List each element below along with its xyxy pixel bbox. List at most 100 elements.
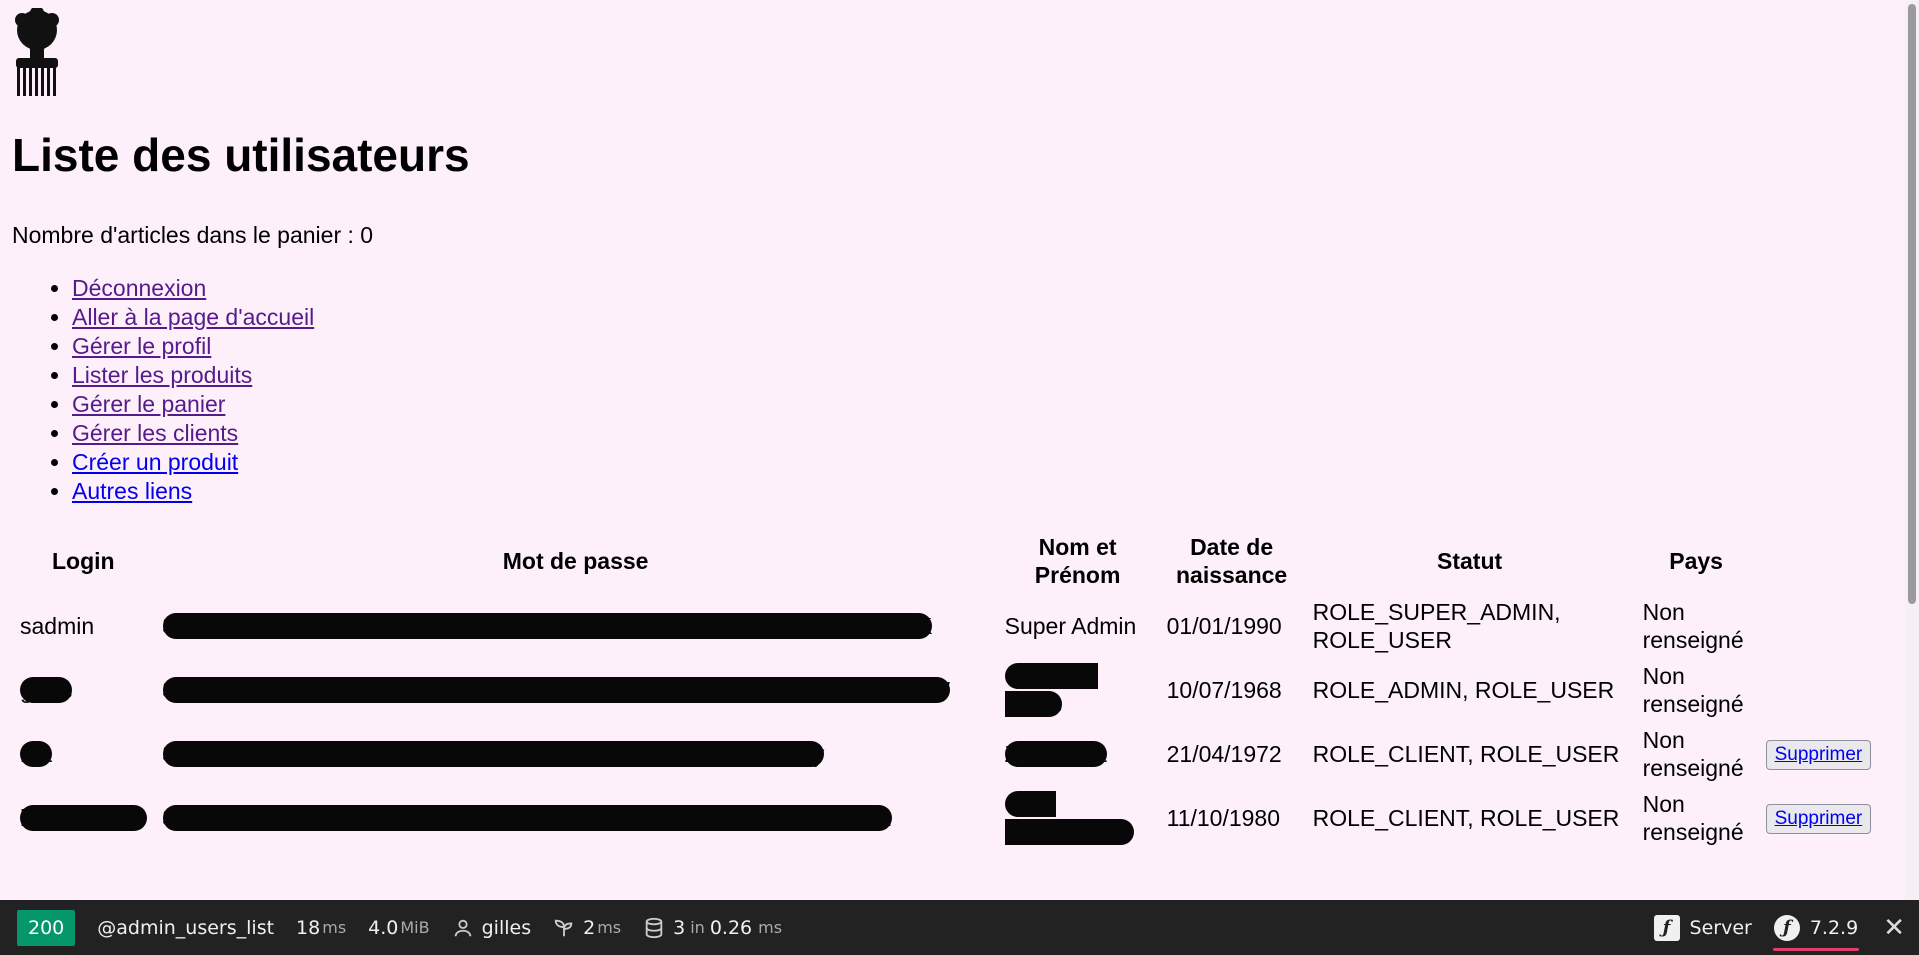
toolbar-twig[interactable]: 2 ms	[542, 900, 632, 955]
cell-login: gilles	[12, 658, 155, 722]
route-name: @admin_users_list	[97, 916, 275, 939]
toolbar-server[interactable]: ƒ Server	[1643, 900, 1763, 955]
nav-item-profile: Gérer le profil	[72, 332, 314, 361]
nav-item-logout: Déconnexion	[72, 274, 314, 303]
other-links-link[interactable]: Autres liens	[72, 478, 192, 504]
cell-name: Super Admin	[1004, 613, 1137, 639]
vertical-scrollbar[interactable]	[1905, 0, 1919, 900]
header-login: Login	[52, 548, 115, 574]
cell-password: $2y$13$mDPaX4p5MSTHB5Uf9TUZE3I1oVbgU8IZE…	[155, 722, 997, 786]
nav-item-clients: Gérer les clients	[72, 419, 314, 448]
toolbar-version[interactable]: ƒ 7.2.9	[1763, 900, 1869, 955]
users-table: Login Mot de passe Nom et Prénom Date de…	[12, 528, 1884, 850]
redacted-password: $2y$13$g0xbnJvgh770Sf4yG5auuvACl47h5f9PL…	[162, 613, 933, 639]
nav-item-products: Lister les produits	[72, 361, 314, 390]
cell-password: $2y$13$g0xbnJvgh770Sf4yG5auuvACl47h5f9PL…	[155, 594, 997, 658]
cell-status: ROLE_SUPER_ADMIN, ROLE_USER	[1312, 599, 1561, 653]
header-birthdate: Date de naissance	[1175, 534, 1288, 588]
memory-unit: MiB	[400, 918, 430, 937]
delete-button[interactable]: Supprimer	[1765, 740, 1872, 770]
symfony-debug-toolbar: 200 @admin_users_list 18 ms 4.0 MiB gill…	[0, 900, 1919, 955]
toolbar-close-icon[interactable]: ✕	[1869, 913, 1919, 943]
cell-password: $2y$13$AHjow82bhIRWo3jyl5dZOckOdrYNOZyMu…	[155, 786, 997, 850]
clients-link[interactable]: Gérer les clients	[72, 420, 238, 446]
cell-birthdate: 10/07/1968	[1166, 677, 1282, 703]
render-unit: ms	[597, 918, 622, 937]
table-row: gilles $2y$13$pEqTd8TTTZ DvWTkxa3rWXGJaH…	[12, 658, 1884, 722]
cell-status: ROLE_CLIENT, ROLE_USER	[1312, 805, 1620, 831]
nav-item-other-links: Autres liens	[72, 477, 314, 506]
redacted-password: $2y$13$AHjow82bhIRWo3jyl5dZOckOdrYNOZyMu…	[162, 805, 892, 831]
redacted-name: Zrour Rita	[1004, 741, 1107, 767]
cell-name: Zrour Rita	[997, 722, 1159, 786]
cart-count: Nombre d'articles dans le panier : 0	[12, 222, 374, 248]
time-value: 18	[296, 916, 321, 939]
symfony-logo-icon: ƒ	[1773, 914, 1800, 941]
redacted-password: $2y$13$pEqTd8TTTZ DvWTkxa3rWXGJaH9HCnFzP…	[162, 677, 950, 703]
toolbar-user[interactable]: gilles	[441, 900, 543, 955]
cell-actions	[1758, 658, 1884, 722]
cell-country: Non renseigné	[1642, 791, 1744, 845]
cell-name: Saidi Boumediene	[997, 786, 1159, 850]
symfony-version: 7.2.9	[1809, 916, 1859, 939]
cell-actions	[1758, 594, 1884, 658]
cell-status: ROLE_CLIENT, ROLE_USER	[1312, 741, 1620, 767]
symfony-server-icon: ƒ	[1653, 914, 1680, 941]
redacted-login: boumediene	[20, 805, 147, 831]
table-header-row: Login Mot de passe Nom et Prénom Date de…	[12, 528, 1884, 594]
cart-link[interactable]: Gérer le panier	[72, 391, 225, 417]
afro-pick-logo-icon	[15, 8, 59, 96]
header-name: Nom et Prénom	[1034, 534, 1121, 588]
cell-country: Non renseigné	[1642, 599, 1744, 653]
toolbar-right: ƒ Server ƒ 7.2.9 ✕	[1643, 900, 1919, 955]
user-icon	[454, 919, 471, 936]
products-link[interactable]: Lister les produits	[72, 362, 252, 388]
cell-birthdate: 21/04/1972	[1166, 741, 1282, 767]
table-row: boumediene $2y$13$AHjow82bhIRWo3jyl5dZOc…	[12, 786, 1884, 850]
header-actions	[1758, 528, 1884, 594]
database-icon	[645, 917, 663, 938]
header-status: Statut	[1437, 548, 1503, 574]
toolbar-memory[interactable]: 4.0 MiB	[357, 900, 440, 955]
cell-login: rita	[12, 722, 155, 786]
table-row: sadmin $2y$13$g0xbnJvgh770Sf4yG5auuvACl4…	[12, 594, 1884, 658]
db-time-value: 0.26	[709, 916, 753, 939]
toolbar-route[interactable]: @admin_users_list	[86, 900, 285, 955]
page-title: Liste des utilisateurs	[12, 129, 470, 181]
profile-link[interactable]: Gérer le profil	[72, 333, 211, 359]
sprout-icon	[554, 919, 573, 936]
table-row: rita $2y$13$mDPaX4p5MSTHB5Uf9TUZE3I1oVbg…	[12, 722, 1884, 786]
logout-link[interactable]: Déconnexion	[72, 275, 206, 301]
db-in-label: in	[690, 918, 705, 937]
toolbar-database[interactable]: 3 in 0.26 ms	[632, 900, 793, 955]
redacted-name: Saidi Boumediene	[1004, 791, 1134, 845]
redacted-login: rita	[20, 741, 52, 767]
cell-country: Non renseigné	[1642, 663, 1744, 717]
time-unit: ms	[322, 918, 347, 937]
cell-login: boumediene	[12, 786, 155, 850]
db-time-unit: ms	[758, 918, 783, 937]
redacted-name: Subrenat Gilles	[1004, 663, 1098, 717]
cell-status: ROLE_ADMIN, ROLE_USER	[1312, 677, 1615, 703]
memory-value: 4.0	[368, 916, 399, 939]
redacted-password: $2y$13$mDPaX4p5MSTHB5Uf9TUZE3I1oVbgU8IZE…	[162, 741, 825, 767]
create-product-link[interactable]: Créer un produit	[72, 449, 238, 475]
nav-item-cart: Gérer le panier	[72, 390, 314, 419]
home-link[interactable]: Aller à la page d'accueil	[72, 304, 314, 330]
toolbar-time[interactable]: 18 ms	[285, 900, 357, 955]
nav-links: Déconnexion Aller à la page d'accueil Gé…	[12, 274, 314, 506]
cell-country: Non renseigné	[1642, 727, 1744, 781]
scrollbar-thumb[interactable]	[1908, 4, 1916, 604]
delete-button[interactable]: Supprimer	[1765, 804, 1872, 834]
user-name: gilles	[481, 916, 532, 939]
cell-actions: Supprimer	[1758, 786, 1884, 850]
cell-name: Subrenat Gilles	[997, 658, 1159, 722]
cell-login: sadmin	[20, 613, 95, 639]
header-country: Pays	[1669, 548, 1723, 574]
server-label: Server	[1689, 916, 1752, 939]
render-value: 2	[583, 916, 596, 939]
redacted-login: gilles	[20, 677, 73, 703]
toolbar-status[interactable]: 200	[0, 900, 86, 955]
header-password: Mot de passe	[502, 548, 649, 574]
nav-item-create-product: Créer un produit	[72, 448, 314, 477]
